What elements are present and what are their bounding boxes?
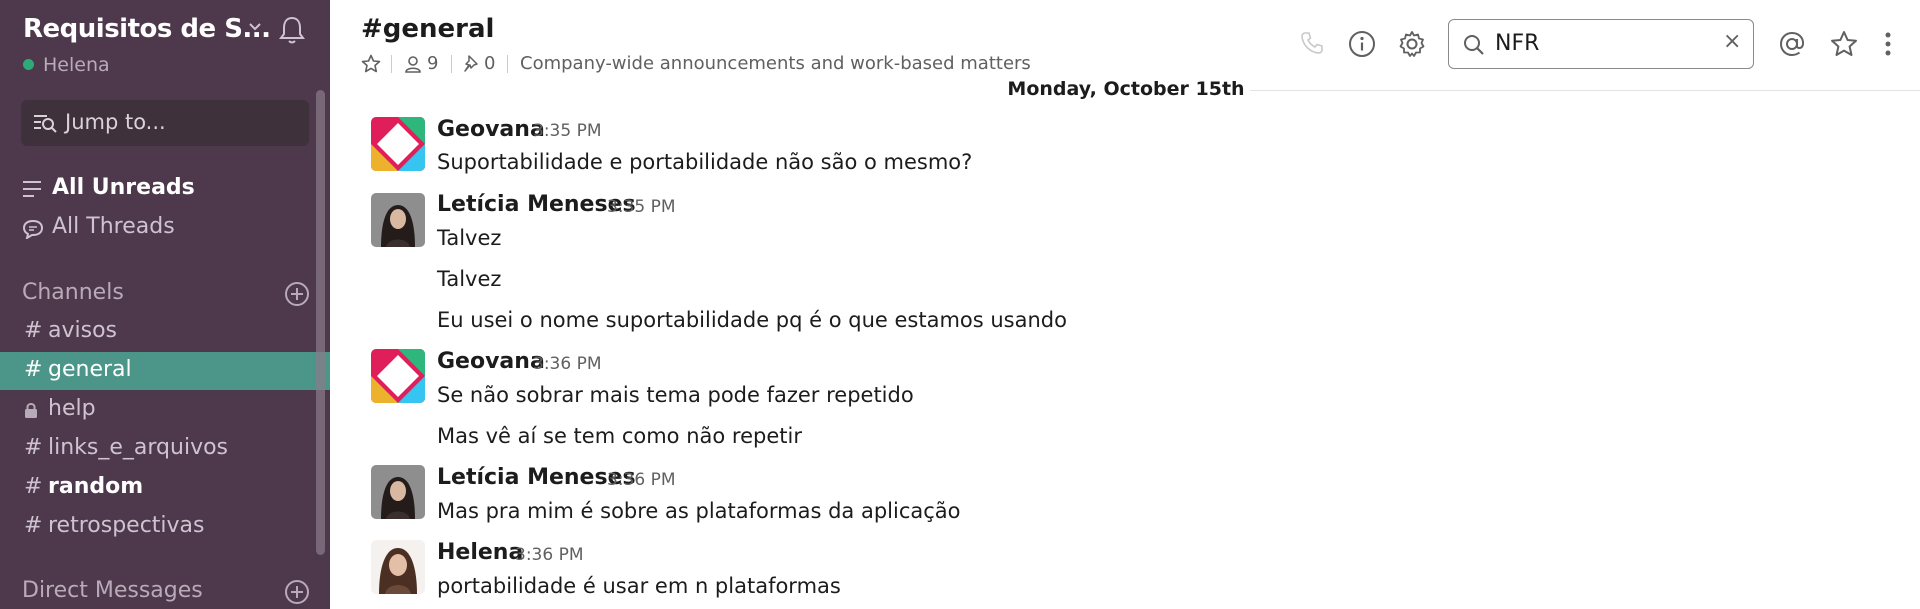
pin-icon[interactable] [463, 55, 481, 73]
channel-random[interactable]: # random [0, 469, 330, 507]
user-name: Helena [43, 54, 110, 76]
message-author[interactable]: Geovana [437, 349, 545, 374]
all-threads-label: All Threads [52, 214, 175, 239]
message-text: portabilidade é usar em n plataformas [437, 574, 841, 598]
channel-label: avisos [48, 318, 117, 343]
message-time[interactable]: 3:36 PM [607, 470, 676, 490]
channel-hash: # [24, 357, 43, 382]
add-channel-icon[interactable] [284, 281, 310, 307]
pin-count[interactable]: 0 [484, 53, 495, 74]
bell-icon[interactable] [278, 15, 306, 45]
message-time[interactable]: 3:35 PM [533, 121, 602, 141]
search-input[interactable]: NFR × [1448, 19, 1754, 69]
message-time[interactable]: 3:35 PM [607, 197, 676, 217]
all-unreads-item[interactable]: All Unreads [22, 175, 322, 205]
message-text: Suportabilidade e portabilidade não são … [437, 150, 973, 174]
add-dm-icon[interactable] [284, 579, 310, 605]
channel-label: help [48, 396, 96, 421]
all-threads-item[interactable]: All Threads [22, 214, 322, 244]
clear-search-button[interactable]: × [1723, 29, 1741, 54]
date-divider-line [1250, 90, 1920, 91]
message-author[interactable]: Helena [437, 540, 523, 565]
message-text: Se não sobrar mais tema pode fazer repet… [437, 383, 914, 407]
members-icon[interactable] [404, 55, 422, 73]
channels-header[interactable]: Channels [22, 280, 124, 305]
message-text: Eu usei o nome suportabilidade pq é o qu… [437, 308, 1067, 332]
message-author[interactable]: Letícia Meneses [437, 465, 636, 490]
channel-avisos[interactable]: # avisos [0, 313, 330, 351]
search-icon [1463, 34, 1485, 56]
jump-icon [33, 113, 57, 133]
avatar[interactable] [371, 465, 425, 519]
gear-icon[interactable] [1398, 30, 1426, 58]
message-author[interactable]: Letícia Meneses [437, 192, 636, 217]
avatar[interactable] [371, 117, 425, 171]
message-text: Mas pra mim é sobre as plataformas da ap… [437, 499, 961, 523]
threads-icon [22, 219, 44, 239]
channel-hash: # [24, 474, 43, 499]
channel-retrospectivas[interactable]: # retrospectivas [0, 508, 330, 546]
info-icon[interactable] [1348, 30, 1376, 58]
avatar[interactable] [371, 540, 425, 594]
member-count[interactable]: 9 [427, 53, 438, 74]
meta-separator [451, 55, 452, 73]
workspace-name[interactable]: Requisitos de S... [23, 14, 271, 44]
message-author[interactable]: Geovana [437, 117, 545, 142]
avatar[interactable] [371, 193, 425, 247]
channel-label: retrospectivas [48, 513, 205, 538]
meta-separator [391, 55, 392, 73]
message-text: Talvez [437, 226, 502, 250]
channel-hash: # [24, 318, 43, 343]
channel-label: random [48, 474, 144, 499]
all-unreads-label: All Unreads [52, 175, 195, 200]
all-unreads-icon [22, 180, 42, 198]
channel-label: general [48, 357, 132, 382]
channel-help[interactable]: help [0, 391, 330, 429]
channel-title[interactable]: #general [361, 14, 494, 44]
lock-icon [24, 402, 38, 418]
message-text: Mas vê aí se tem como não repetir [437, 424, 802, 448]
direct-messages-header[interactable]: Direct Messages [22, 578, 203, 603]
channel-hash: # [24, 513, 43, 538]
search-value: NFR [1495, 31, 1540, 56]
star-icon[interactable] [1829, 30, 1859, 58]
channel-links-e-arquivos[interactable]: # links_e_arquivos [0, 430, 330, 468]
more-icon[interactable] [1883, 30, 1893, 58]
avatar[interactable] [371, 349, 425, 403]
jump-to-button[interactable]: Jump to... [21, 100, 309, 146]
message-time[interactable]: 3:36 PM [515, 545, 584, 565]
current-user[interactable]: Helena [23, 54, 110, 76]
channel-topic[interactable]: Company-wide announcements and work-base… [520, 53, 1031, 74]
chevron-down-icon[interactable] [248, 22, 262, 32]
at-icon[interactable] [1778, 30, 1806, 58]
meta-separator [507, 55, 508, 73]
channel-general[interactable]: # general [0, 352, 330, 390]
star-icon[interactable] [361, 54, 381, 74]
date-divider: Monday, October 15th [1004, 78, 1248, 102]
message-text: Talvez [437, 267, 502, 291]
presence-indicator [23, 59, 34, 70]
sidebar: Requisitos de S... Helena Jump to... All… [0, 0, 330, 609]
sidebar-scrollbar[interactable] [316, 90, 325, 555]
channel-label: links_e_arquivos [48, 435, 229, 460]
phone-icon[interactable] [1299, 30, 1325, 56]
jump-to-label: Jump to... [65, 110, 166, 134]
channel-hash: # [24, 435, 43, 460]
message-time[interactable]: 3:36 PM [533, 354, 602, 374]
